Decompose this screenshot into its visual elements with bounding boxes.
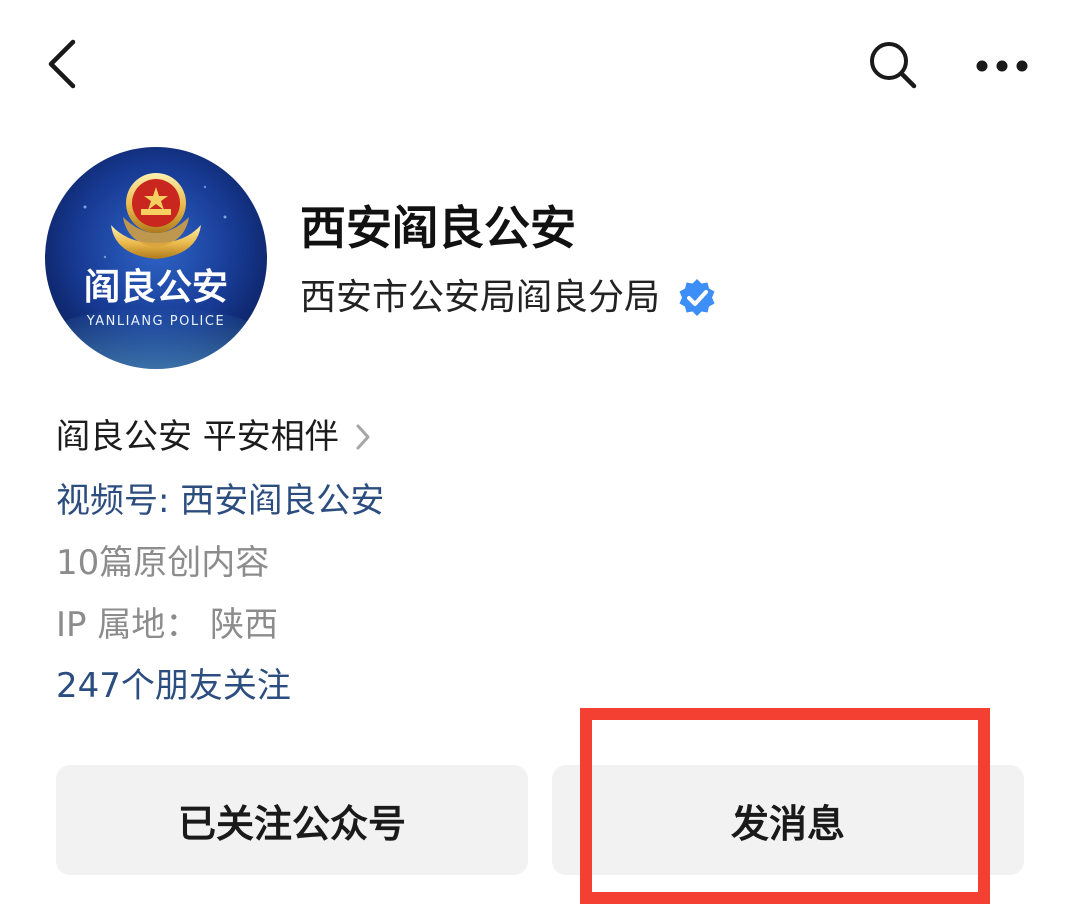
intro-text: 阎良公安 平安相伴 — [56, 417, 339, 457]
send-message-button[interactable]: 发消息 — [552, 765, 1024, 875]
ip-location: IP 属地： 陕西 — [56, 605, 279, 645]
chevron-left-icon — [45, 38, 79, 94]
verified-badge-icon — [676, 277, 718, 319]
avatar-logo-subtext: YANLIANG POLICE — [86, 314, 225, 329]
more-button[interactable] — [966, 32, 1038, 102]
avatar-logo-text: 阎良公安 — [84, 267, 228, 308]
account-intro[interactable]: 阎良公安 平安相伴 — [56, 412, 371, 462]
search-button[interactable] — [858, 32, 928, 102]
account-name: 西安阎良公安 — [300, 201, 576, 255]
channel-link[interactable]: 视频号: 西安阎良公安 — [56, 476, 384, 526]
original-articles-count[interactable]: 10篇原创内容 — [56, 538, 269, 588]
back-button[interactable] — [30, 28, 94, 104]
chevron-right-icon — [355, 423, 371, 451]
subject-name: 西安市公安局阎良分局 — [300, 277, 661, 318]
official-account-profile-page: 阎良公安 YANLIANG POLICE 西安阎良公安 西安市公安局阎良分局 阎… — [0, 0, 1080, 924]
followed-button[interactable]: 已关注公众号 — [56, 765, 528, 875]
search-icon — [867, 39, 919, 95]
verified-subject[interactable]: 西安市公安局阎良分局 — [300, 268, 718, 328]
friends-following-link[interactable]: 247个朋友关注 — [56, 661, 291, 711]
more-dots-icon — [975, 58, 1029, 77]
avatar[interactable]: 阎良公安 YANLIANG POLICE — [45, 147, 267, 369]
